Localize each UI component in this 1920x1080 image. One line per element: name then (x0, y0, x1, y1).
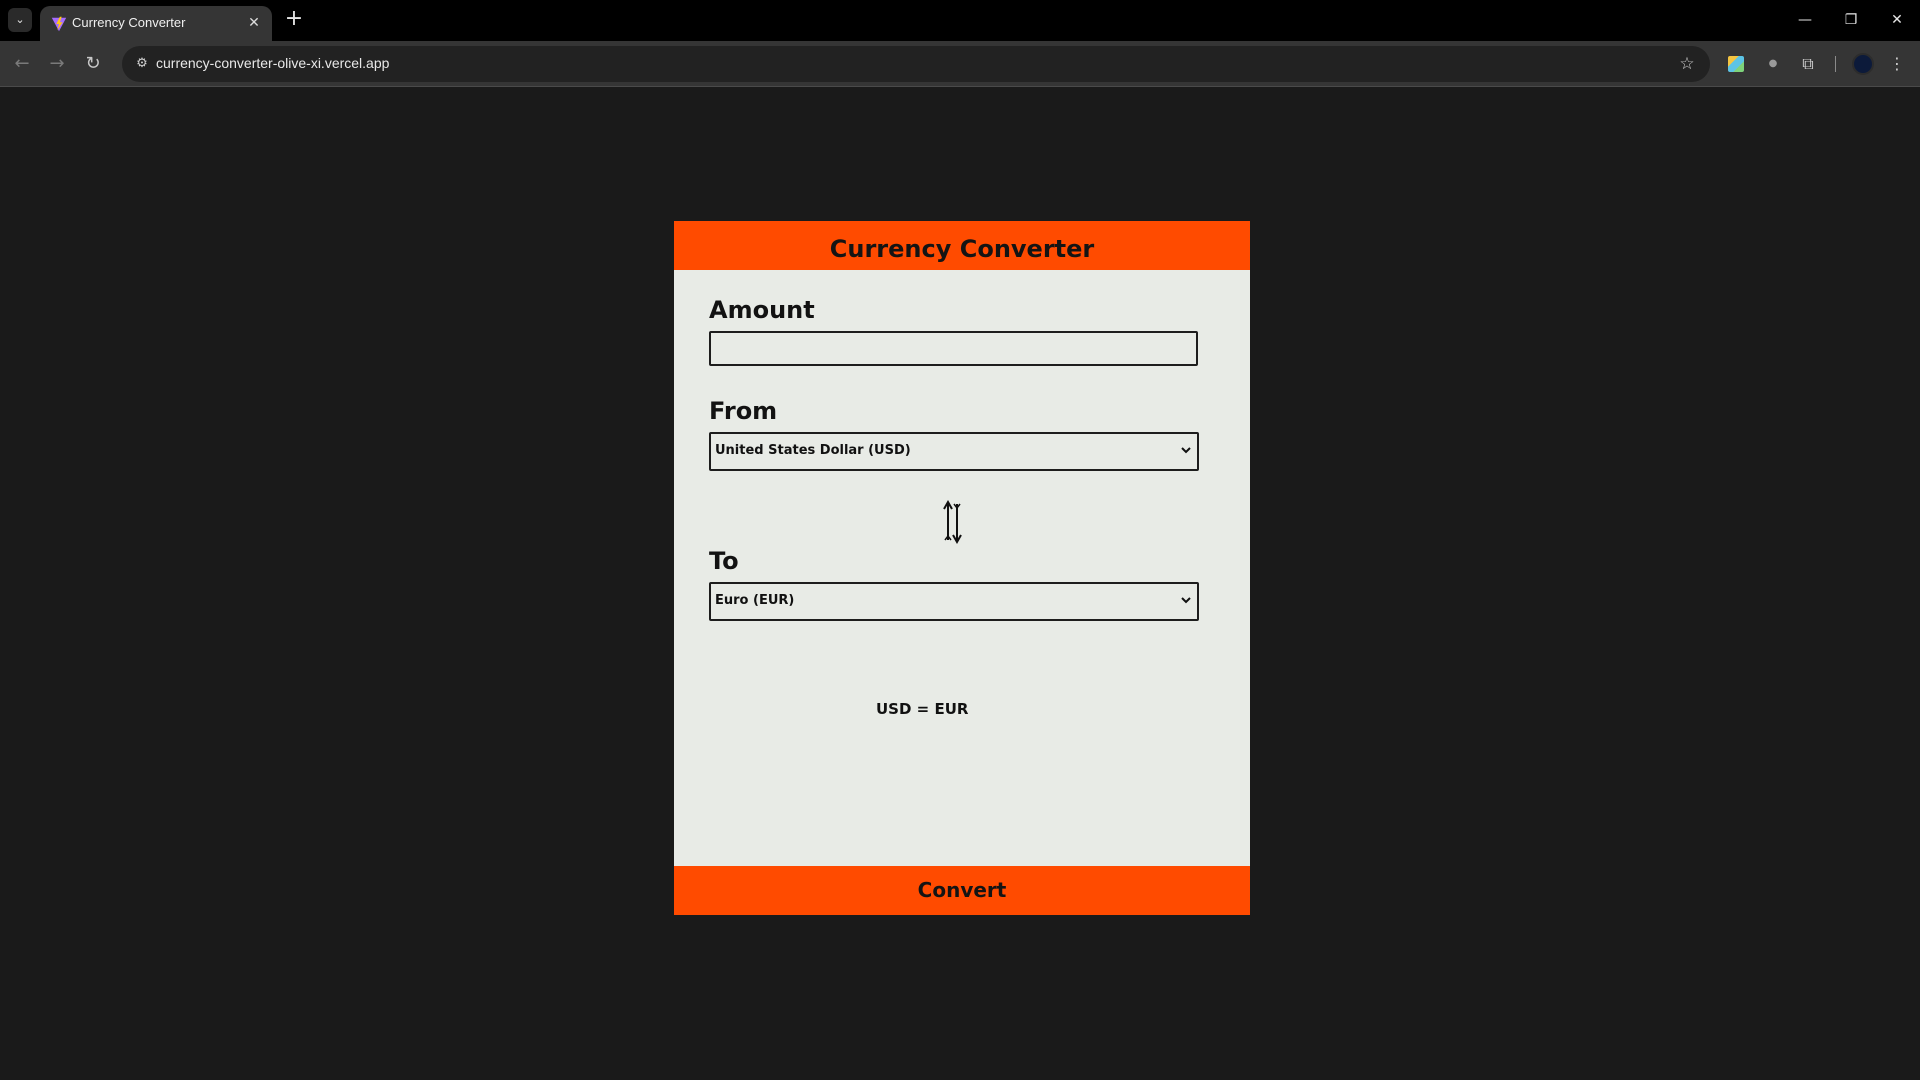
page-title: Currency Converter (829, 235, 1095, 263)
browser-tab[interactable]: Currency Converter ✕ (40, 6, 272, 41)
tab-title: Currency Converter (72, 15, 186, 30)
from-label: From (709, 397, 778, 425)
new-tab-plus-icon[interactable]: + (282, 8, 306, 32)
back-arrow-icon[interactable]: ← (10, 52, 34, 76)
amount-input[interactable] (709, 331, 1198, 366)
from-currency-value: United States Dollar (USD) (715, 443, 911, 458)
close-icon[interactable]: ✕ (244, 13, 264, 33)
forward-arrow-icon[interactable]: → (45, 52, 69, 76)
chevron-down-icon (1181, 597, 1191, 604)
to-currency-value: Euro (EUR) (715, 593, 795, 608)
toolbar-separator (1835, 56, 1836, 72)
from-currency-select[interactable]: United States Dollar (USD) (709, 432, 1199, 471)
to-label: To (709, 547, 739, 575)
reload-icon[interactable]: ↻ (81, 52, 105, 76)
vite-favicon-icon (51, 16, 67, 32)
extensions-puzzle-icon[interactable]: ⧉ (1797, 53, 1819, 75)
to-currency-select[interactable]: Euro (EUR) (709, 582, 1199, 621)
kebab-menu-icon[interactable]: ⋮ (1886, 53, 1908, 75)
browser-toolbar: ← → ↻ ⚙ currency-converter-olive-xi.verc… (0, 41, 1920, 87)
minimize-icon[interactable]: — (1790, 8, 1820, 32)
address-bar[interactable]: ⚙ currency-converter-olive-xi.vercel.app… (122, 46, 1710, 82)
extension-dot-icon[interactable]: ● (1762, 53, 1784, 75)
converter-card: Currency Converter Amount From United St… (674, 221, 1250, 915)
chevron-down-icon (1181, 447, 1191, 454)
restore-icon[interactable]: ❐ (1836, 8, 1866, 32)
swap-arrows-icon[interactable] (940, 500, 964, 544)
profile-avatar[interactable] (1852, 53, 1874, 75)
window-close-icon[interactable]: ✕ (1882, 8, 1912, 32)
amount-label: Amount (709, 296, 815, 324)
site-info-icon[interactable]: ⚙ (132, 54, 152, 74)
extension-colorful-icon[interactable] (1728, 56, 1744, 72)
url-text[interactable]: currency-converter-olive-xi.vercel.app (156, 55, 389, 71)
browser-tab-bar: ⌄ Currency Converter ✕ + — ❐ ✕ (0, 0, 1920, 41)
convert-button[interactable]: Convert (674, 866, 1250, 915)
bookmark-star-icon[interactable]: ☆ (1676, 53, 1698, 75)
tab-search-chevron-icon[interactable]: ⌄ (8, 8, 32, 32)
exchange-rate-text: USD = EUR (876, 700, 969, 718)
card-header: Currency Converter (674, 221, 1250, 270)
